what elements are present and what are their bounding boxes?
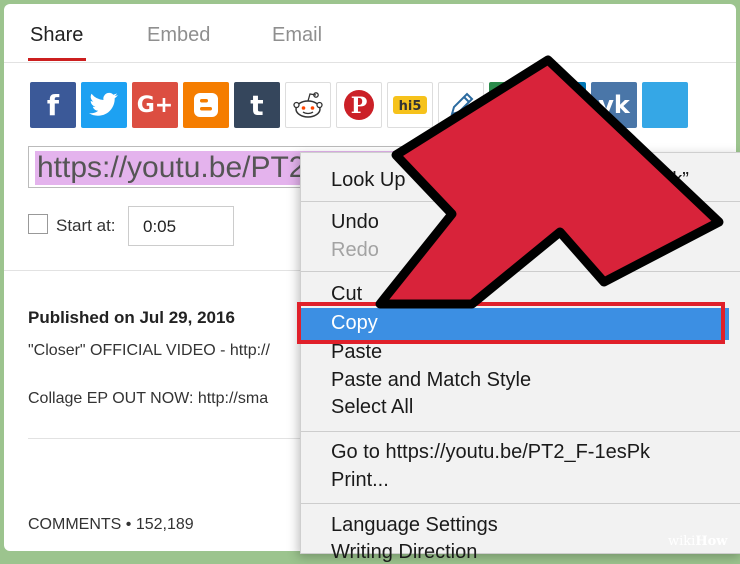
watermark-suffix: How bbox=[695, 534, 728, 549]
wikihow-watermark: wikiHow bbox=[668, 534, 727, 549]
watermark-prefix: wiki bbox=[668, 534, 696, 549]
red-arrow-icon bbox=[375, 55, 724, 309]
